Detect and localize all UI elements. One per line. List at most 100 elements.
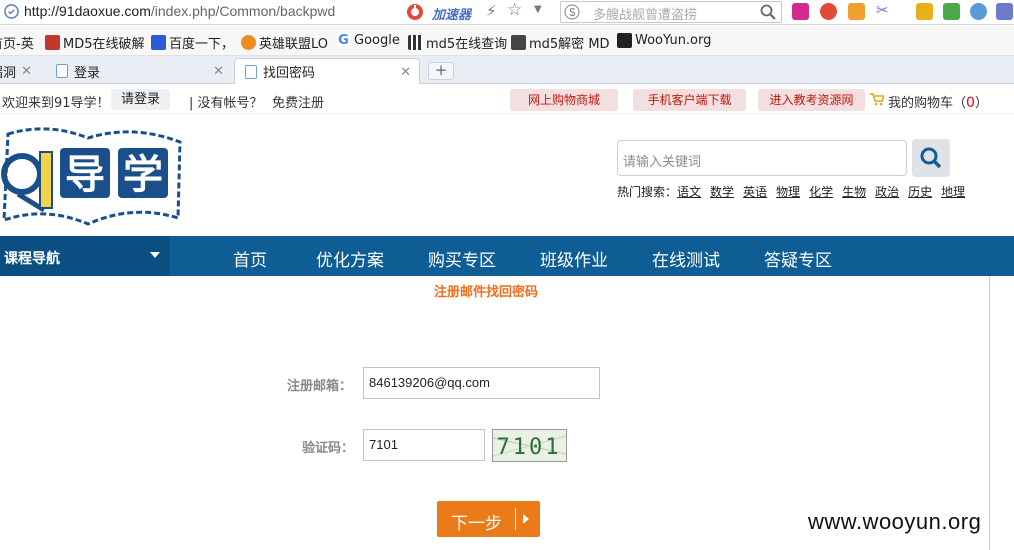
site-top-bar: 欢迎来到91导学！ 请登录 | 没有帐号？ 免费注册 网上购物商城 手机客户端下… [0,86,1014,114]
captcha-label: 验证码： [302,441,355,456]
search-engine-icon[interactable] [564,4,580,20]
no-account-text: | 没有帐号？ [189,96,263,111]
hot-search-label: 热门搜索： [617,185,678,199]
captcha-image[interactable]: 7101 [492,429,567,462]
cart-icon[interactable] [870,93,884,106]
bookmark-item[interactable]: md5解密 MD [511,33,610,52]
hot-keyword[interactable]: 地理 [941,185,965,199]
nav-item-optimization[interactable]: 优化方案 [316,246,384,271]
main-nav: 课程导航 首页 优化方案 购买专区 班级作业 在线测试 答疑专区 [0,236,1014,276]
captcha-field[interactable]: 7101 [363,429,485,461]
cloud-icon[interactable] [970,3,987,20]
next-step-button[interactable]: 下一步 [437,501,540,537]
accelerator-icon[interactable] [406,3,424,21]
bookmark-label: MD5在线破解 [63,37,145,52]
md5-decrypt-icon [511,35,526,50]
site-search-input[interactable]: 请输入关键词 [617,140,907,176]
bookmark-item[interactable]: WooYun.org [617,33,711,48]
page-icon [56,64,68,78]
watermark: www.wooyun.org [808,509,982,534]
bookmark-item[interactable]: 百度一下， [151,33,234,52]
bookmark-label: md5解密 MD [529,37,610,52]
hot-keyword[interactable]: 政治 [875,185,899,199]
scissors-icon[interactable]: ✂ [876,1,893,19]
nav-item-qa[interactable]: 答疑专区 [764,246,832,271]
lol-icon [241,35,256,50]
url-field[interactable]: http://91daoxue.com/index.php/Common/bac… [24,3,335,19]
site-search-button[interactable] [912,139,950,177]
extension-icon-1[interactable] [792,3,809,20]
game-icon[interactable] [943,3,960,20]
chevron-down-icon[interactable]: ▼ [534,4,542,15]
hot-keyword[interactable]: 化学 [809,185,833,199]
extension-icon-3[interactable] [848,3,865,20]
baidu-paw-icon [151,35,166,50]
google-icon: G [336,33,351,48]
extension-icon-8[interactable] [996,3,1013,20]
bookmark-item[interactable]: 首页-英 [0,33,34,52]
mobile-download-link[interactable]: 手机客户端下载 [633,89,746,111]
nav-item-home[interactable]: 首页 [233,246,267,271]
extension-icon-2[interactable] [820,3,837,20]
url-host: 91daoxue.com [59,3,151,19]
browser-search-box[interactable]: 多艘战舰曾遭盗捞 [560,1,782,23]
close-icon[interactable]: ✕ [213,64,224,79]
tab-strip: 漏洞 ✕ 登录 ✕ 找回密码 ✕ [0,56,1014,84]
hot-keyword[interactable]: 历史 [908,185,932,199]
shop-link[interactable]: 网上购物商城 [510,89,618,111]
hot-keyword[interactable]: 数学 [710,185,734,199]
hot-keyword[interactable]: 生物 [842,185,866,199]
search-icon [920,147,942,169]
accelerator-label[interactable]: 加速器 [432,4,471,23]
bookmark-item[interactable]: md5在线查询 [408,33,507,52]
bookmark-label: md5在线查询 [426,37,508,52]
search-icon[interactable] [759,3,777,21]
svg-text:学: 学 [123,152,163,198]
bookmark-item[interactable]: G Google [336,33,400,48]
bookmark-item[interactable]: MD5在线破解 [45,33,145,52]
tab-login[interactable]: 登录 ✕ [56,58,232,84]
edu-resource-link[interactable]: 进入教考资源网 [758,89,865,111]
hot-keyword[interactable]: 英语 [743,185,767,199]
nav-item-homework[interactable]: 班级作业 [540,246,608,271]
tab-label: 找回密码 [263,66,316,81]
captcha-text: 7101 [497,435,562,460]
close-icon[interactable]: ✕ [400,65,411,80]
star-icon[interactable]: ☆ [507,0,522,20]
tab-label: 登录 [74,65,101,81]
cart-count: 0 [966,95,975,111]
form-title: 注册邮件找回密码 [434,285,539,300]
tab-label: 漏洞 [0,65,17,81]
hot-keyword[interactable]: 语文 [677,185,701,199]
chevron-down-icon [150,252,160,258]
login-button[interactable]: 请登录 [111,89,171,110]
shield-icon [4,4,19,19]
site-logo[interactable]: 导 学 [0,122,188,230]
bookmark-label: 百度一下， [169,37,235,52]
hot-keyword[interactable]: 物理 [776,185,800,199]
bookmarks-bar: 首页-英 MD5在线破解 百度一下， 英雄联盟LO G Google md5在线… [0,26,1014,56]
key-icon[interactable] [916,3,933,20]
md5-icon [45,35,60,50]
email-field[interactable]: 846139206@qq.com [363,367,600,399]
button-divider [515,508,516,530]
hot-search: 热门搜索：语文 数学 英语 物理 化学 生物 政治 历史 地理 [617,183,974,200]
register-link[interactable]: 免费注册 [272,92,324,111]
course-nav-dropdown[interactable]: 课程导航 [0,236,170,276]
grid-icon [408,35,423,50]
welcome-text: 欢迎来到91导学！ [2,96,110,111]
content-border [989,276,990,550]
nav-item-purchase[interactable]: 购买专区 [428,246,496,271]
close-icon[interactable]: ✕ [21,64,32,79]
bookmark-label: WooYun.org [635,33,712,48]
tab-vuln[interactable]: 漏洞 ✕ [0,58,40,84]
next-step-label: 下一步 [451,514,502,534]
nav-item-online-test[interactable]: 在线测试 [652,246,720,271]
cart-link[interactable]: 我的购物车（0） [888,92,988,111]
lightning-icon[interactable]: ⚡ [486,2,497,20]
cart-close-paren: ） [974,96,988,111]
tab-recover-password[interactable]: 找回密码 ✕ [234,58,420,84]
new-tab-button[interactable]: + [428,62,454,80]
arrow-right-icon [523,514,529,524]
bookmark-item[interactable]: 英雄联盟LO [241,33,328,52]
